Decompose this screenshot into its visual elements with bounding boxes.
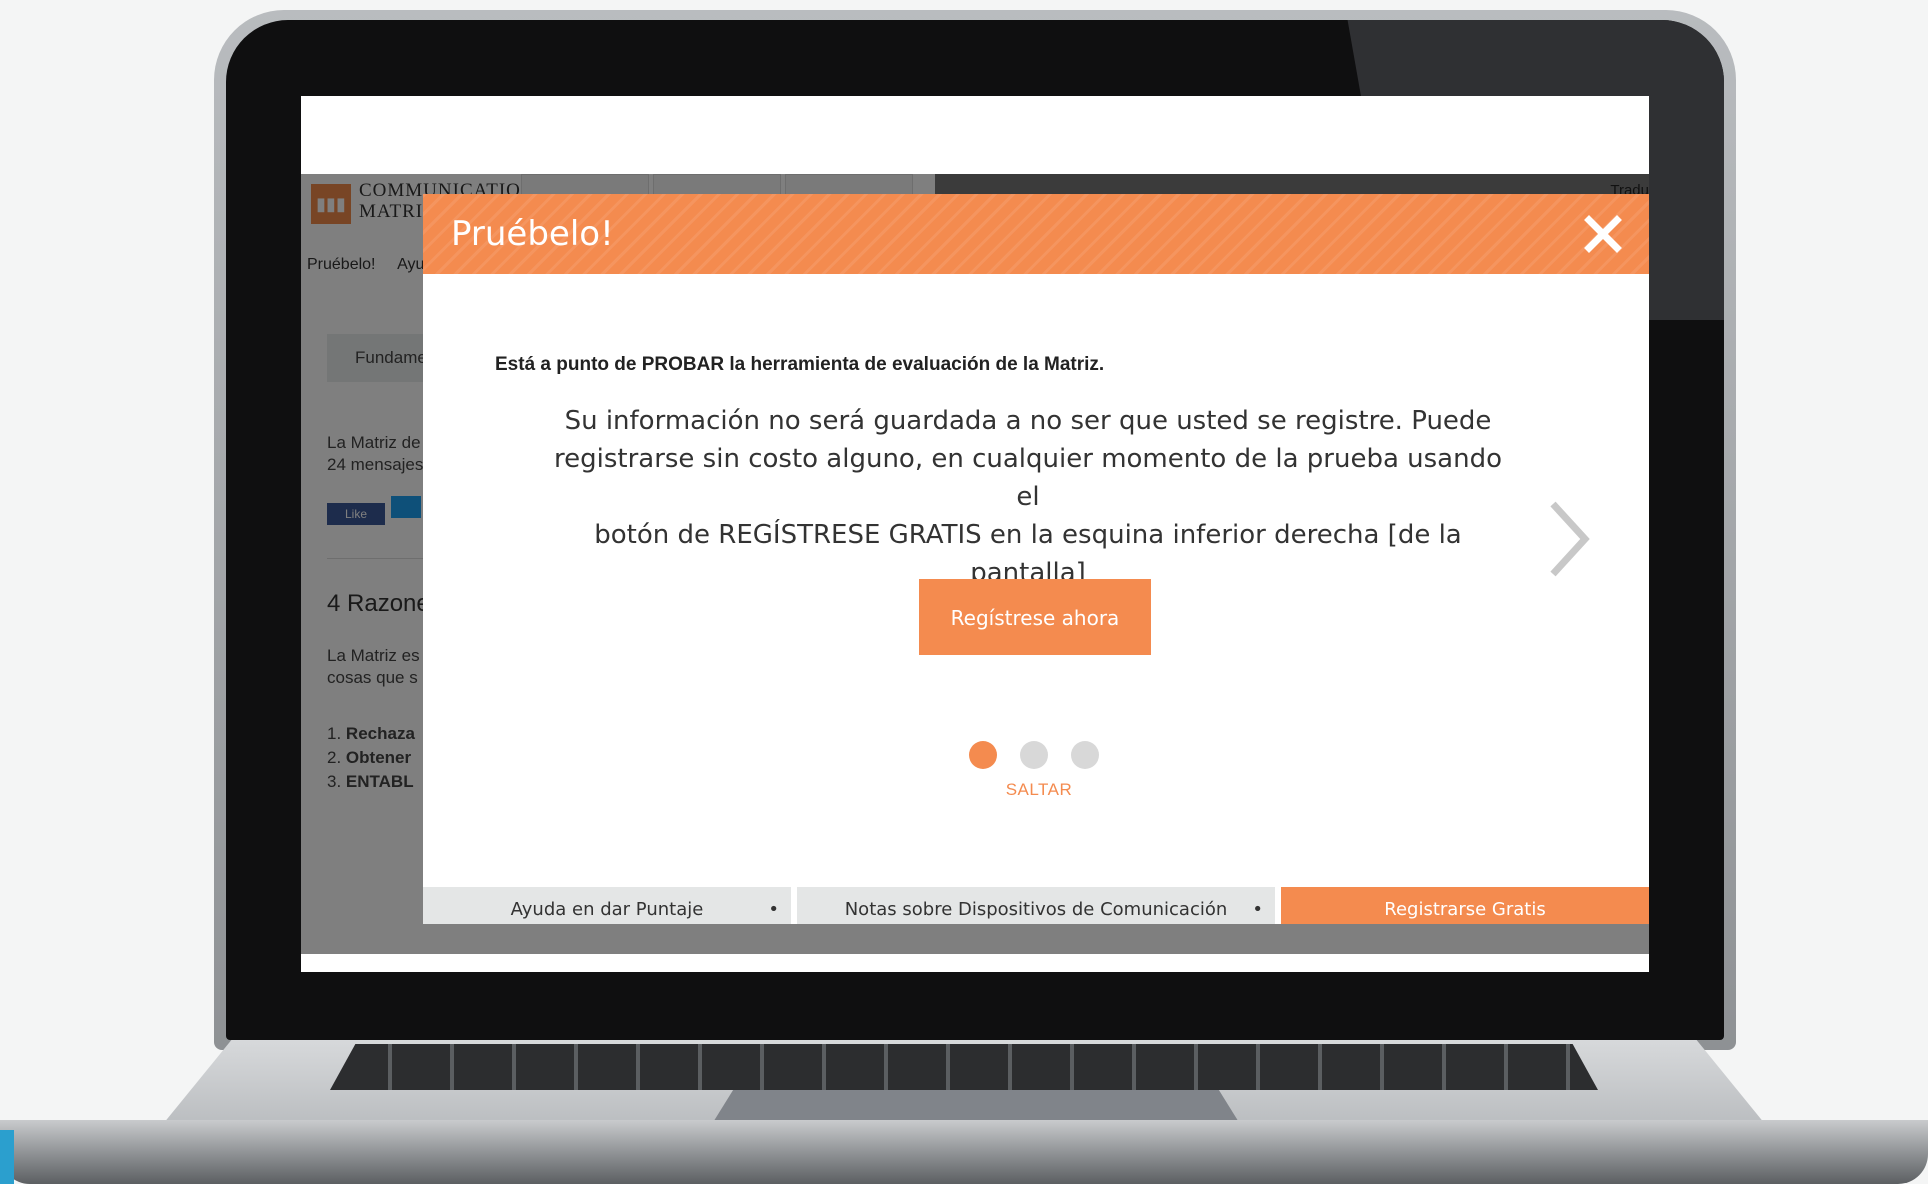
modal-body-text: Su información no será guardada a no ser… (553, 402, 1503, 592)
register-free-button[interactable]: Registrarse Gratis (1281, 887, 1649, 924)
slide-dot-3[interactable] (1071, 741, 1099, 769)
slide-dot-2[interactable] (1020, 741, 1048, 769)
laptop-keys (330, 1044, 1598, 1090)
chevron-right-icon (1550, 501, 1590, 577)
modal-lead-text: Está a punto de PROBAR la herramienta de… (495, 354, 1105, 375)
body-line-2: registrarse sin costo alguno, en cualqui… (553, 444, 1502, 512)
laptop-base (0, 1120, 1928, 1184)
modal-title: Pruébelo! (451, 214, 614, 254)
footer-bar: Ayuda en dar Puntaje • Notas sobre Dispo… (423, 887, 1649, 924)
close-button[interactable] (1577, 208, 1629, 260)
laptop-touchpad (712, 1090, 1240, 1124)
slide-indicator (969, 741, 1109, 771)
slide-dot-1[interactable] (969, 741, 997, 769)
scoring-help-button[interactable]: Ayuda en dar Puntaje • (423, 887, 791, 924)
skip-link[interactable]: SALTAR (939, 780, 1139, 800)
bullet-icon: • (768, 899, 779, 920)
next-slide-button[interactable] (1539, 494, 1599, 584)
close-icon (1584, 215, 1622, 253)
laptop-screen: ▮▮▮ COMMUNICATION MATRIX Tradu Pruébelo!… (301, 96, 1649, 972)
register-free-label: Registrarse Gratis (1384, 899, 1546, 920)
device-notes-button[interactable]: Notas sobre Dispositivos de Comunicación… (797, 887, 1275, 924)
device-notes-label: Notas sobre Dispositivos de Comunicación (844, 899, 1228, 920)
corner-accent (0, 1130, 14, 1184)
bullet-icon: • (1252, 899, 1263, 920)
try-it-modal: Pruébelo! Está a punto de PROBAR la herr… (423, 194, 1649, 924)
modal-header: Pruébelo! (423, 194, 1649, 274)
register-now-button[interactable]: Regístrese ahora (919, 579, 1151, 655)
body-line-1: Su información no será guardada a no ser… (564, 406, 1492, 436)
scoring-help-label: Ayuda en dar Puntaje (510, 899, 704, 920)
